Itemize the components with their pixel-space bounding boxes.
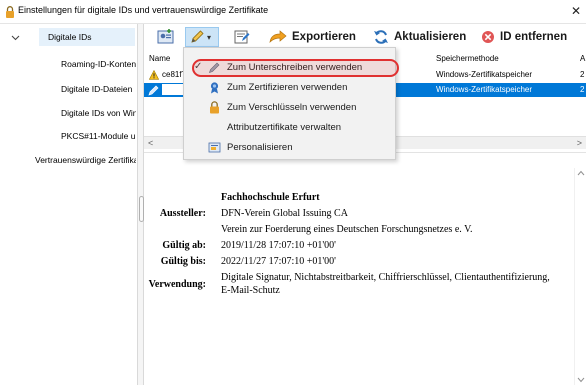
add-id-icon (157, 29, 174, 44)
export-arrow-icon (269, 30, 287, 44)
scroll-up-icon[interactable] (577, 170, 585, 176)
row-extra: 2 (580, 85, 585, 94)
sidebar-item-pkcs11[interactable]: PKCS#11-Module und Token (61, 131, 136, 141)
usage-value-line1: Digitale Signatur, Nichtabstreitbarkeit,… (221, 272, 550, 283)
row-storage: Windows-Zertifikatspeicher (436, 85, 533, 94)
menu-item-personalize[interactable]: Personalisieren (184, 138, 395, 157)
warning-icon (149, 70, 159, 80)
sidebar-item-label: Digitale ID-Dateien (61, 84, 133, 94)
export-button-label: Exportieren (292, 31, 356, 43)
certificate-edit-icon (234, 30, 250, 44)
pen-icon (191, 30, 204, 43)
sidebar-item-label: PKCS#11-Module und Token (61, 131, 136, 141)
sidebar: Digitale IDs Roaming-ID-Konten Digitale … (0, 24, 138, 385)
certificate-details-button[interactable] (233, 27, 251, 47)
valid-from-value: 2019/11/28 17:07:10 +01'00' (221, 240, 336, 251)
sidebar-item-trusted-certs[interactable]: Vertrauenswürdige Zertifikate (35, 155, 136, 165)
remove-id-button[interactable]: ID entfernen (481, 27, 567, 47)
scroll-right-arrow[interactable]: > (577, 138, 582, 148)
refresh-button-label: Aktualisieren (394, 31, 467, 43)
certificate-organization: Fachhochschule Erfurt (221, 192, 320, 203)
scroll-down-icon[interactable] (577, 377, 585, 383)
title-bar: Einstellungen für digitale IDs und vertr… (0, 0, 586, 24)
sidebar-item-label: Digitale IDs (48, 32, 92, 42)
sidebar-item-label: Digitale IDs von Windows (61, 108, 136, 118)
personalize-icon (208, 142, 221, 153)
window-title: Einstellungen für digitale IDs und vertr… (18, 5, 269, 15)
issuer-value-line1: DFN-Verein Global Issuing CA (221, 208, 348, 219)
pen-icon (148, 85, 159, 96)
scroll-left-arrow[interactable]: < (148, 138, 153, 148)
add-id-button[interactable] (157, 27, 175, 47)
menu-item-certify[interactable]: Zum Zertifizieren verwenden (184, 78, 395, 97)
row-storage: Windows-Zertifikatspeicher (436, 70, 533, 79)
valid-to-label: Gültig bis: (160, 256, 206, 267)
column-header-extra[interactable]: A (580, 54, 585, 63)
remove-id-button-label: ID entfernen (500, 31, 568, 43)
refresh-button[interactable]: Aktualisieren (373, 27, 466, 47)
valid-from-label: Gültig ab: (162, 240, 206, 251)
padlock-icon (210, 101, 219, 114)
ribbon-icon (210, 82, 219, 94)
issuer-label: Aussteller: (159, 208, 206, 219)
sidebar-item-label: Roaming-ID-Konten (61, 59, 136, 69)
export-button[interactable]: Exportieren (269, 27, 356, 47)
valid-to-value: 2022/11/27 17:07:10 +01'00' (221, 256, 336, 267)
close-button[interactable]: ✕ (566, 0, 586, 24)
issuer-value-line2: Verein zur Foerderung eines Deutschen Fo… (221, 224, 473, 235)
menu-item-label: Zum Verschlüsseln verwenden (227, 102, 357, 113)
row-extra: 2 (580, 70, 585, 79)
dropdown-caret: ▾ (207, 32, 212, 42)
chevron-down-icon[interactable] (11, 33, 20, 42)
usage-value-line2: E-Mail-Schutz (221, 285, 280, 296)
sidebar-item-roaming[interactable]: Roaming-ID-Konten (61, 59, 136, 69)
column-header-storage[interactable]: Speichermethode (436, 54, 499, 63)
refresh-icon (374, 30, 388, 44)
lock-icon (6, 6, 14, 18)
sidebar-item-digital-ids[interactable]: Digitale IDs (39, 28, 135, 46)
sidebar-item-id-files[interactable]: Digitale ID-Dateien (61, 84, 136, 94)
menu-item-encrypt[interactable]: Zum Verschlüsseln verwenden (184, 98, 395, 117)
usage-label: Verwendung: (148, 279, 206, 290)
usage-options-button[interactable]: ▾ (185, 27, 219, 47)
sidebar-item-label: Vertrauenswürdige Zertifikate (35, 155, 136, 165)
remove-icon (482, 31, 494, 43)
menu-item-label: Zum Zertifizieren verwenden (227, 82, 348, 93)
highlight-annotation (192, 59, 399, 77)
menu-item-attribute-certs[interactable]: Attributzertifikate verwalten (184, 118, 395, 137)
sidebar-item-windows-ids[interactable]: Digitale IDs von Windows (61, 108, 136, 118)
menu-item-label: Attributzertifikate verwalten (227, 122, 342, 133)
vertical-scrollbar[interactable] (574, 168, 586, 385)
menu-item-label: Personalisieren (227, 142, 293, 153)
column-header-name[interactable]: Name (149, 54, 170, 63)
